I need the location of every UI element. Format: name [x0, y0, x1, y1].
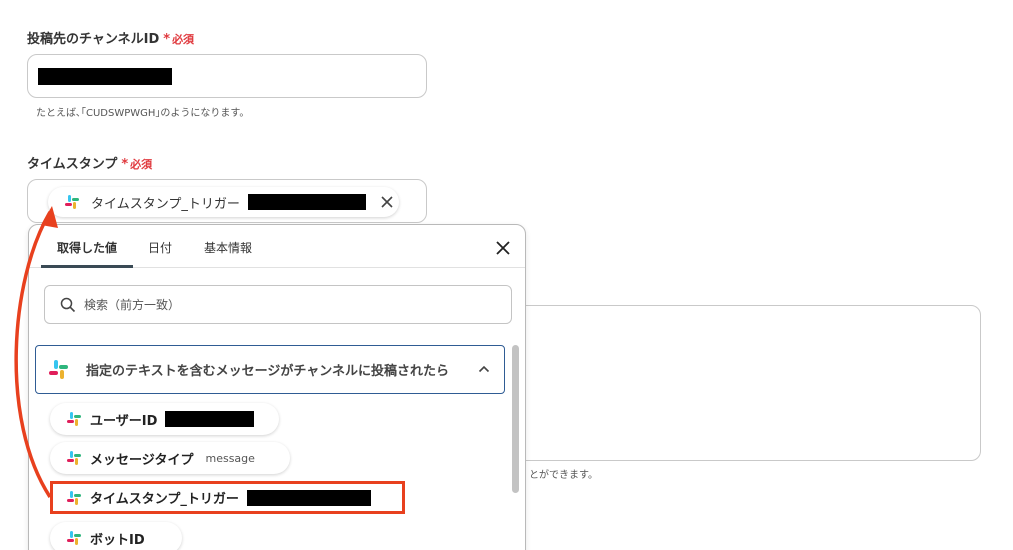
list-item-user-id[interactable]: ユーザーID [50, 403, 279, 435]
close-icon[interactable] [380, 195, 394, 209]
scrollbar-thumb[interactable] [512, 345, 519, 493]
channel-id-hint: たとえば､｢CUDSWPWGH｣のようになります。 [36, 108, 250, 119]
channel-id-input[interactable] [27, 54, 427, 98]
required-text: 必須 [172, 33, 195, 46]
redacted-value [38, 68, 172, 85]
tab-basic-info[interactable]: 基本情報 [204, 239, 252, 256]
required-badge: * 必須 [121, 157, 153, 172]
search-input[interactable]: 検索（前方一致） [44, 285, 512, 324]
group-label: 指定のテキストを含むメッセージがチャンネルに投稿されたら [86, 364, 449, 379]
item-label: ボットID [90, 532, 145, 548]
channel-id-label: 投稿先のチャンネルID * 必須 [27, 28, 194, 47]
search-placeholder: 検索（前方一致） [84, 298, 181, 312]
channel-id-label-text: 投稿先のチャンネルID [27, 32, 160, 47]
list-item-bot-id[interactable]: ボットID [50, 522, 182, 550]
chevron-up-icon[interactable] [478, 364, 490, 374]
slack-logo-icon [66, 450, 82, 466]
active-tab-indicator [41, 265, 133, 268]
required-badge: * 必須 [163, 32, 195, 47]
token-label: タイムスタンプ_トリガー [91, 196, 240, 212]
close-icon[interactable] [495, 240, 511, 256]
message-hint: とができます。 [529, 470, 598, 481]
item-label: ユーザーID [90, 413, 158, 429]
trigger-group-header[interactable]: 指定のテキストを含むメッセージがチャンネルに投稿されたら [35, 345, 505, 394]
list-item-message-type[interactable]: メッセージタイプ message [50, 442, 290, 474]
timestamp-label-text: タイムスタンプ [27, 157, 118, 172]
timestamp-token-chip[interactable]: タイムスタンプ_トリガー [48, 187, 399, 217]
slack-logo-icon [48, 359, 70, 381]
message-textarea[interactable] [515, 305, 981, 461]
required-text: 必須 [130, 158, 153, 171]
timestamp-label: タイムスタンプ * 必須 [27, 153, 152, 172]
tab-date[interactable]: 日付 [148, 239, 172, 256]
search-icon [60, 297, 76, 312]
slack-logo-icon [66, 411, 82, 427]
slack-logo-icon [66, 530, 82, 546]
redacted-value [247, 194, 366, 210]
slack-logo-icon [64, 194, 80, 210]
redacted-value [165, 411, 255, 427]
item-label: メッセージタイプ [90, 452, 194, 468]
annotation-highlight-box [50, 481, 405, 514]
tab-retrieved-values[interactable]: 取得した値 [57, 239, 117, 256]
item-value: message [205, 451, 255, 465]
